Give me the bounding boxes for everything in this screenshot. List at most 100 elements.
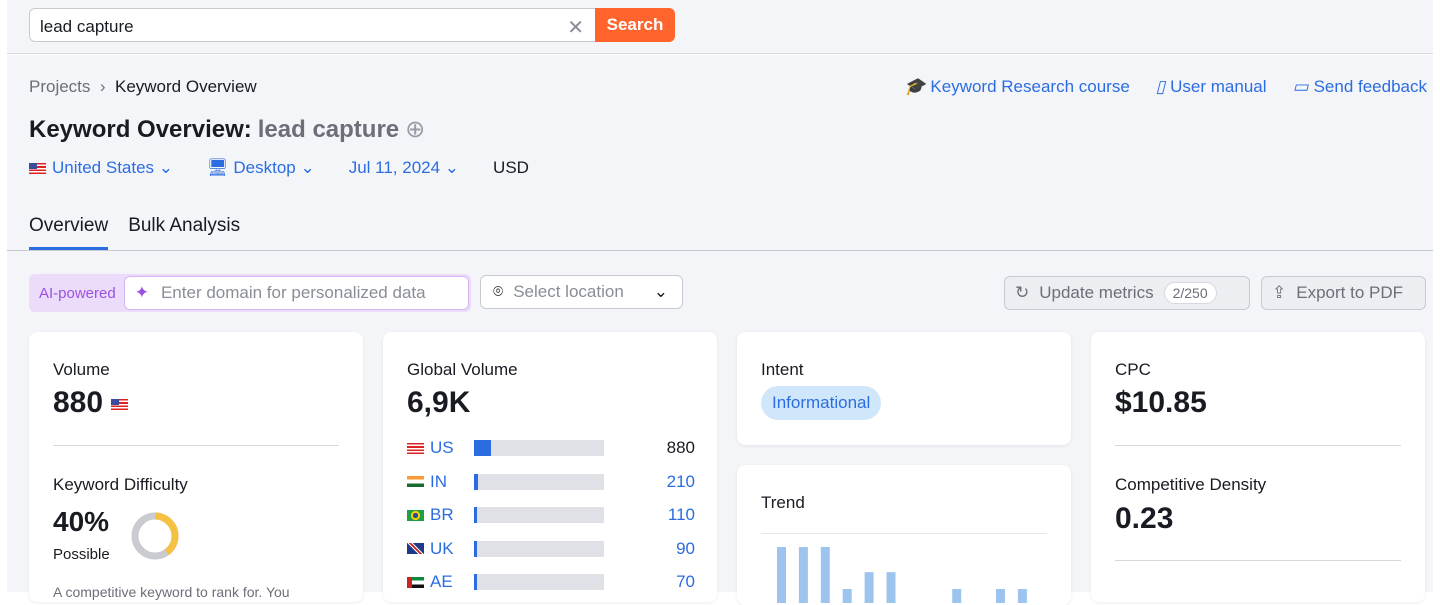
update-metrics-button[interactable]: ↻ Update metrics 2/250	[1004, 276, 1250, 310]
search-button[interactable]: Search	[595, 8, 675, 42]
graduation-cap-icon: 🎓	[904, 77, 926, 96]
country-bar-fill	[474, 507, 477, 523]
course-link[interactable]: 🎓 Keyword Research course	[904, 77, 1130, 97]
domain-input[interactable]: ✦ Enter domain for personalized data	[123, 276, 469, 310]
tab-bulk-analysis[interactable]: Bulk Analysis	[128, 215, 240, 250]
volume-value: 880	[53, 386, 104, 419]
country-bar-fill	[474, 540, 477, 557]
page: Projects › Keyword Overview 🎓 Keyword Res…	[7, 55, 1433, 605]
country-bar	[474, 540, 604, 557]
page-title: Keyword Overview: lead capture ⊕	[29, 115, 425, 144]
date-label: Jul 11, 2024	[348, 158, 441, 177]
location-select[interactable]: ⌾ Select location ⌄	[480, 275, 683, 309]
volume-label: Volume	[53, 360, 110, 379]
breadcrumb-current: Keyword Overview	[114, 77, 257, 96]
device-label: Desktop	[233, 158, 296, 177]
ai-powered-label: AI-powered	[39, 284, 116, 302]
country-code: UK	[430, 538, 454, 558]
trend-bar[interactable]	[842, 589, 852, 603]
divider	[1115, 445, 1401, 446]
feedback-link[interactable]: ▭ Send feedback	[1293, 77, 1427, 97]
country-code: AE	[430, 572, 453, 591]
country-select[interactable]: United States ⌄	[29, 158, 173, 178]
country-row-ae[interactable]: AE 70	[407, 572, 695, 592]
upload-icon: ⇪	[1272, 283, 1287, 302]
country-bar	[474, 473, 604, 490]
country-volume: 880	[666, 438, 695, 457]
country-code: US	[430, 438, 454, 457]
global-volume-card: Global Volume 6,9K US 880 IN 210 BR 110 UK 90 AE…	[383, 332, 717, 602]
br-flag-icon	[407, 509, 424, 521]
country-volume: 110	[667, 505, 695, 524]
chevron-down-icon: ⌄	[653, 282, 668, 301]
tab-overview[interactable]: Overview	[29, 215, 109, 250]
header: Projects › Keyword Overview 🎓 Keyword Res…	[7, 55, 1433, 251]
trend-bar[interactable]	[864, 572, 874, 603]
us-flag-icon	[111, 398, 129, 410]
volume-card: Volume 880 Keyword Difficulty 40% Possib…	[29, 332, 363, 602]
country-bar	[474, 574, 604, 590]
title-label: Keyword Overview:	[29, 116, 252, 143]
ae-flag-icon	[407, 576, 424, 588]
global-volume-label: Global Volume	[407, 360, 518, 379]
country-bar-fill	[474, 574, 477, 590]
intent-card: Intent Informational	[737, 332, 1071, 445]
trend-bar[interactable]	[798, 547, 808, 603]
in-flag-icon	[407, 476, 424, 487]
add-icon[interactable]: ⊕	[405, 116, 425, 143]
country-bar	[474, 507, 604, 523]
manual-link[interactable]: ▯ User manual	[1156, 77, 1267, 97]
cpc-label: CPC	[1115, 360, 1151, 379]
date-select[interactable]: Jul 11, 2024 ⌄	[349, 158, 459, 178]
course-label: Keyword Research course	[930, 77, 1130, 96]
top-search-bar: lead capture ✕ Search	[7, 0, 1433, 54]
device-select[interactable]: 🖥 Desktop ⌄	[207, 158, 315, 178]
intent-label: Intent	[761, 360, 804, 379]
kd-description: A competitive keyword to rank for. You	[53, 584, 290, 600]
location-placeholder: Select location	[513, 282, 624, 301]
country-bar-fill	[474, 473, 478, 490]
country-row-uk[interactable]: UK 90	[407, 539, 695, 559]
feedback-label: Send feedback	[1313, 77, 1427, 96]
country-volume: 210	[666, 471, 695, 491]
trend-bar[interactable]	[1017, 589, 1027, 603]
breadcrumb-projects[interactable]: Projects	[29, 77, 90, 96]
refresh-icon: ↻	[1015, 283, 1030, 302]
export-pdf-button[interactable]: ⇪ Export to PDF	[1261, 276, 1426, 310]
domain-placeholder: Enter domain for personalized data	[160, 283, 426, 302]
trend-bar[interactable]	[777, 547, 786, 603]
country-row-in[interactable]: IN 210	[407, 472, 695, 492]
country-row-us[interactable]: US 880	[407, 438, 695, 458]
manual-label: User manual	[1170, 77, 1267, 96]
update-label: Update metrics	[1039, 283, 1154, 302]
breadcrumb: Projects › Keyword Overview	[29, 77, 257, 96]
search-value: lead capture	[40, 17, 134, 36]
search-input[interactable]: lead capture ✕	[29, 8, 597, 42]
density-value: 0.23	[1115, 502, 1174, 535]
cpc-value: $10.85	[1115, 386, 1207, 419]
us-flag-icon	[407, 442, 424, 454]
trend-card: Trend	[737, 465, 1071, 605]
divider	[53, 445, 339, 446]
location-pin-icon: ⌾	[493, 282, 504, 301]
sparkle-icon: ✦	[134, 283, 149, 302]
intent-badge[interactable]: Informational	[761, 386, 882, 420]
trend-bar[interactable]	[996, 589, 1005, 603]
density-label: Competitive Density	[1115, 475, 1267, 494]
clear-icon[interactable]: ✕	[567, 15, 584, 40]
country-bar-fill	[474, 440, 491, 456]
trend-bar[interactable]	[886, 572, 896, 603]
trend-bar[interactable]	[820, 547, 830, 603]
country-row-br[interactable]: BR 110	[407, 505, 695, 525]
country-volume: 90	[676, 538, 695, 558]
trend-bar[interactable]	[952, 589, 962, 603]
country-code: IN	[430, 471, 447, 491]
country-volume: 70	[676, 572, 695, 591]
update-count-badge: 2/250	[1163, 282, 1217, 304]
book-icon: ▯	[1155, 77, 1166, 96]
trend-label: Trend	[761, 493, 805, 512]
divider	[1115, 560, 1401, 561]
kd-value: 40%	[53, 506, 110, 537]
uk-flag-icon	[407, 543, 424, 554]
country-label: United States	[52, 158, 155, 177]
